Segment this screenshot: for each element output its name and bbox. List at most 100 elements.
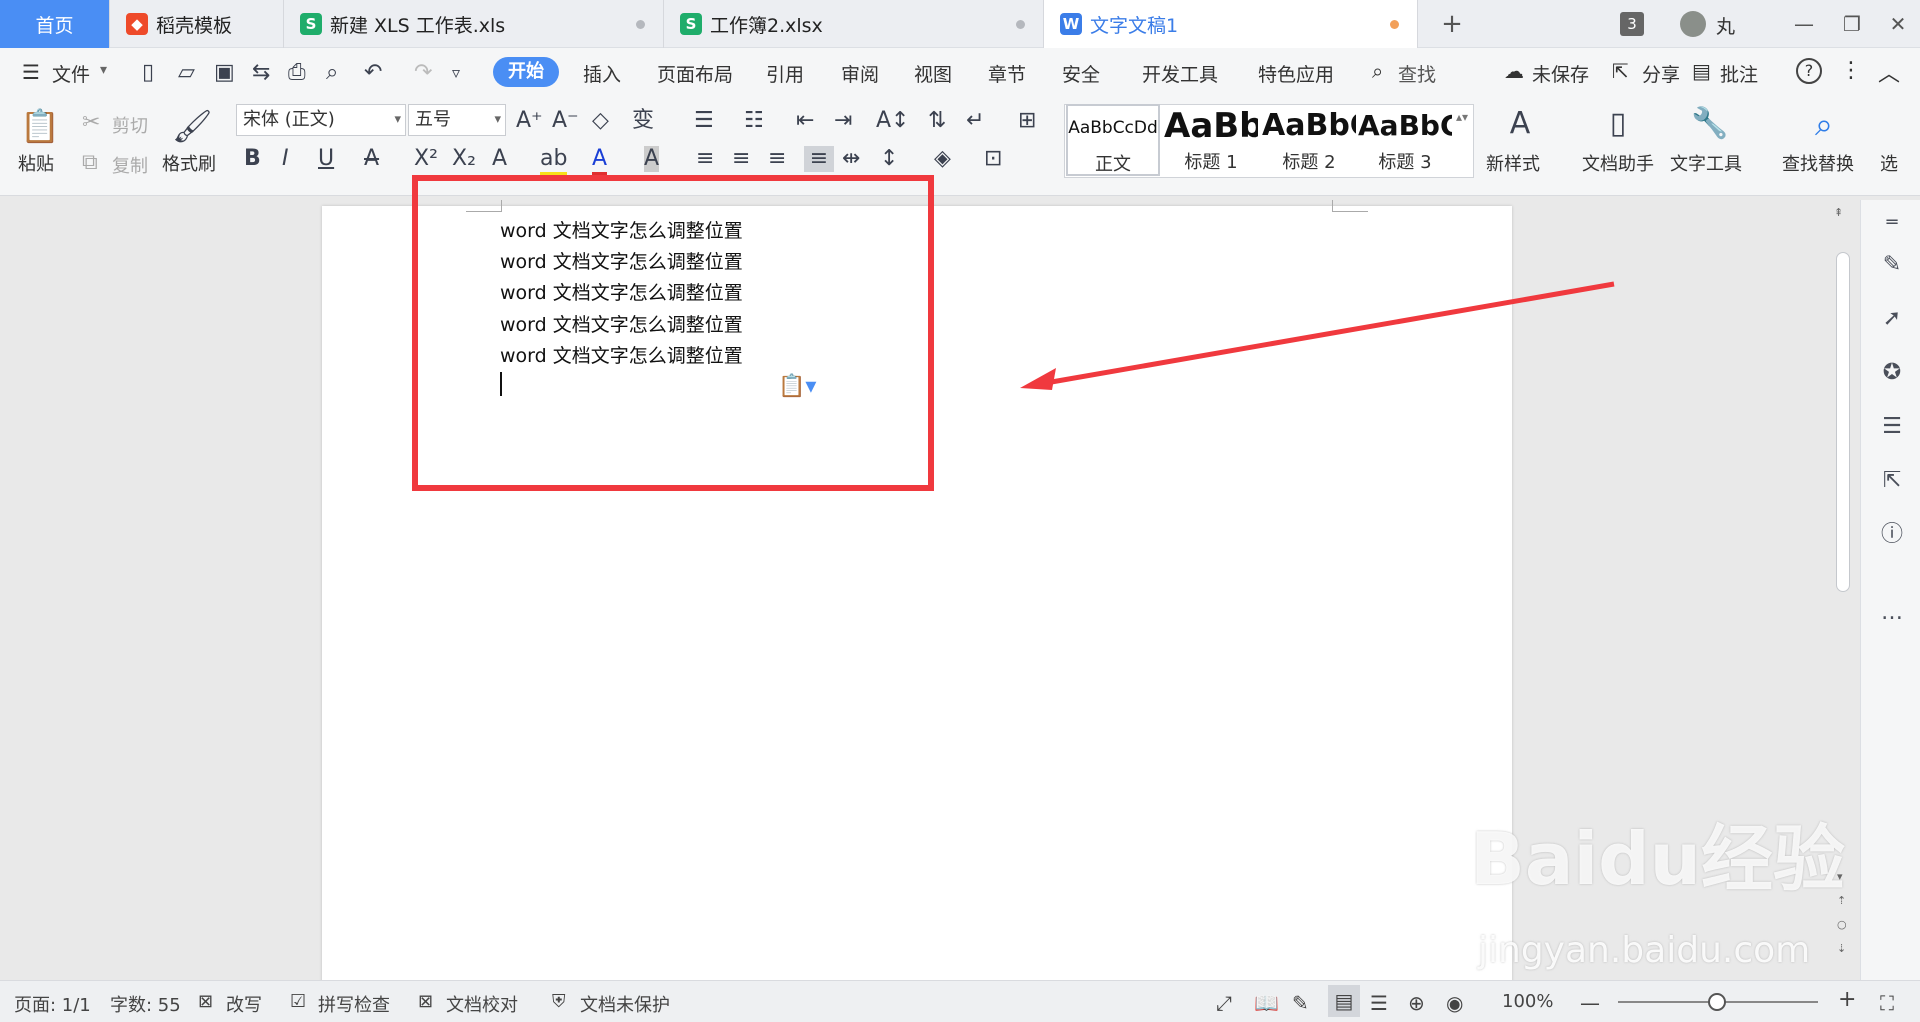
proofread-icon[interactable]: ⊠: [418, 991, 433, 1012]
quick-access-dropdown-icon[interactable]: ▿: [452, 60, 460, 86]
clear-format-icon[interactable]: ◇: [592, 108, 609, 134]
superscript-icon[interactable]: X²: [414, 146, 438, 172]
cut-button[interactable]: 剪切: [112, 112, 148, 138]
find-replace-icon[interactable]: ⌕: [1804, 104, 1844, 144]
style-scroll-icon[interactable]: ▴▾: [1456, 104, 1468, 130]
redo-icon[interactable]: ↷: [414, 60, 432, 86]
strikethrough-icon[interactable]: A: [364, 146, 379, 172]
menu-developer-tools[interactable]: 开发工具: [1142, 60, 1218, 87]
fullscreen-icon[interactable]: ⤢: [1216, 991, 1232, 1015]
doc-proofread-button[interactable]: 文档校对: [446, 991, 518, 1017]
menu-file[interactable]: 文件: [52, 60, 90, 87]
new-document-icon[interactable]: ▯: [142, 60, 154, 86]
style-normal[interactable]: AaBbCcDd 正文: [1066, 104, 1160, 176]
collapse-ribbon-icon[interactable]: ︿: [1878, 56, 1900, 88]
page-view-icon[interactable]: ▤: [1328, 985, 1360, 1017]
edit-mode-icon[interactable]: ✎: [1292, 991, 1309, 1015]
next-page-icon[interactable]: ⇣: [1837, 942, 1846, 955]
tab-docer-templates[interactable]: ◆ 稻壳模板: [110, 0, 284, 48]
justify-icon[interactable]: ≡: [804, 146, 834, 172]
align-center-icon[interactable]: ≡: [732, 146, 750, 172]
close-icon[interactable]: ✕: [1884, 10, 1912, 38]
restore-icon[interactable]: ❐: [1838, 10, 1866, 38]
style-heading-3[interactable]: AaBbC 标题 3: [1358, 104, 1452, 176]
shield-icon[interactable]: ⛨: [552, 991, 566, 1012]
shrink-font-icon[interactable]: A⁻: [552, 108, 579, 134]
menu-chapter[interactable]: 章节: [988, 60, 1026, 87]
web-view-icon[interactable]: ⊕: [1408, 991, 1425, 1015]
protection-status[interactable]: 文档未保护: [580, 991, 670, 1017]
overwrite-icon[interactable]: ⊠: [198, 991, 213, 1012]
search-icon[interactable]: ⌕: [1372, 59, 1383, 83]
page-indicator[interactable]: 页面: 1/1: [14, 991, 91, 1017]
select-button[interactable]: 选: [1880, 150, 1898, 176]
zoom-in-icon[interactable]: +: [1838, 987, 1856, 1012]
format-painter-icon[interactable]: 🖌: [172, 106, 213, 146]
table-borders-icon[interactable]: ⊞: [1018, 108, 1036, 134]
menu-search[interactable]: 查找: [1398, 60, 1436, 87]
line-break-icon[interactable]: ↵: [966, 108, 984, 134]
tab-xlsx-file[interactable]: S 工作簿2.xlsx: [664, 0, 1044, 48]
font-size-select[interactable]: 五号: [408, 104, 506, 136]
find-replace-button[interactable]: 查找替换: [1782, 150, 1854, 176]
menu-review[interactable]: 审阅: [841, 60, 879, 87]
save-icon[interactable]: ▣: [214, 60, 235, 86]
zoom-slider-thumb[interactable]: [1708, 993, 1726, 1011]
doc-assistant-button[interactable]: 文档助手: [1582, 150, 1654, 176]
style-heading-1[interactable]: AaBb 标题 1: [1164, 104, 1258, 176]
undo-icon[interactable]: ↶: [364, 60, 382, 86]
cloud-icon[interactable]: ☁: [1504, 59, 1524, 83]
menu-view[interactable]: 视图: [914, 60, 952, 87]
print-icon[interactable]: ⎙: [288, 60, 306, 86]
new-style-icon[interactable]: A: [1500, 104, 1540, 144]
new-tab-plus-icon[interactable]: +: [1438, 10, 1466, 38]
menu-start[interactable]: 开始: [493, 57, 559, 87]
help-circle-icon[interactable]: ⓘ: [1879, 522, 1905, 548]
more-icon[interactable]: …: [1879, 600, 1905, 626]
settings-sliders-icon[interactable]: ☰: [1879, 414, 1905, 440]
style-heading-2[interactable]: AaBbC 标题 2: [1262, 104, 1356, 176]
collapse-panel-icon[interactable]: ═: [1879, 210, 1905, 236]
share-button[interactable]: 分享: [1642, 60, 1680, 87]
chevron-down-icon[interactable]: ▾: [100, 62, 107, 78]
doc-assistant-icon[interactable]: ▯: [1598, 104, 1638, 144]
shading-fill-icon[interactable]: ◈: [934, 146, 951, 172]
border-icon[interactable]: ⊡: [984, 146, 1002, 172]
avatar[interactable]: [1680, 11, 1706, 37]
sort-icon[interactable]: ⇅: [928, 108, 946, 134]
help-icon[interactable]: ?: [1796, 58, 1822, 84]
unsaved-status[interactable]: 未保存: [1532, 60, 1589, 87]
char-shading-icon[interactable]: A: [644, 146, 660, 172]
print-preview-icon[interactable]: ⌕: [326, 60, 338, 86]
tab-home[interactable]: 首页: [0, 0, 110, 48]
copy-icon[interactable]: ⧉: [82, 150, 98, 176]
unsaved-dot-icon[interactable]: [1390, 19, 1399, 29]
comment-button[interactable]: 批注: [1720, 60, 1758, 87]
more-vertical-icon[interactable]: ⋮: [1840, 58, 1862, 83]
menu-references[interactable]: 引用: [766, 60, 804, 87]
share-icon[interactable]: ⇱: [1612, 59, 1629, 83]
menu-security[interactable]: 安全: [1062, 60, 1100, 87]
export-icon[interactable]: ⇆: [252, 60, 270, 86]
increase-indent-icon[interactable]: ⇥: [834, 108, 852, 134]
window-count-badge[interactable]: 3: [1620, 12, 1644, 36]
select-cursor-icon[interactable]: ➚: [1879, 306, 1905, 332]
spell-check-button[interactable]: 拼写检查: [318, 991, 390, 1017]
tab-xls-file[interactable]: S 新建 XLS 工作表.xls: [284, 0, 664, 48]
bold-icon[interactable]: B: [244, 146, 261, 172]
bullets-icon[interactable]: ☰: [694, 108, 714, 134]
scroll-thumb[interactable]: [1836, 252, 1850, 592]
badge-icon[interactable]: ✪: [1879, 360, 1905, 386]
menu-page-layout[interactable]: 页面布局: [657, 60, 733, 87]
zoom-level[interactable]: 100%: [1502, 991, 1553, 1012]
overwrite-toggle[interactable]: 改写: [226, 991, 262, 1017]
text-effect-icon[interactable]: A: [492, 146, 507, 172]
phonetic-guide-icon[interactable]: 变: [632, 108, 654, 134]
underline-icon[interactable]: U: [318, 146, 334, 172]
close-dot-icon[interactable]: [1016, 19, 1025, 29]
paste-icon[interactable]: 📋: [20, 106, 60, 146]
format-painter-button[interactable]: 格式刷: [162, 150, 216, 176]
copy-button[interactable]: 复制: [112, 152, 148, 178]
decrease-indent-icon[interactable]: ⇤: [796, 108, 814, 134]
outline-view-icon[interactable]: ☰: [1370, 991, 1388, 1015]
